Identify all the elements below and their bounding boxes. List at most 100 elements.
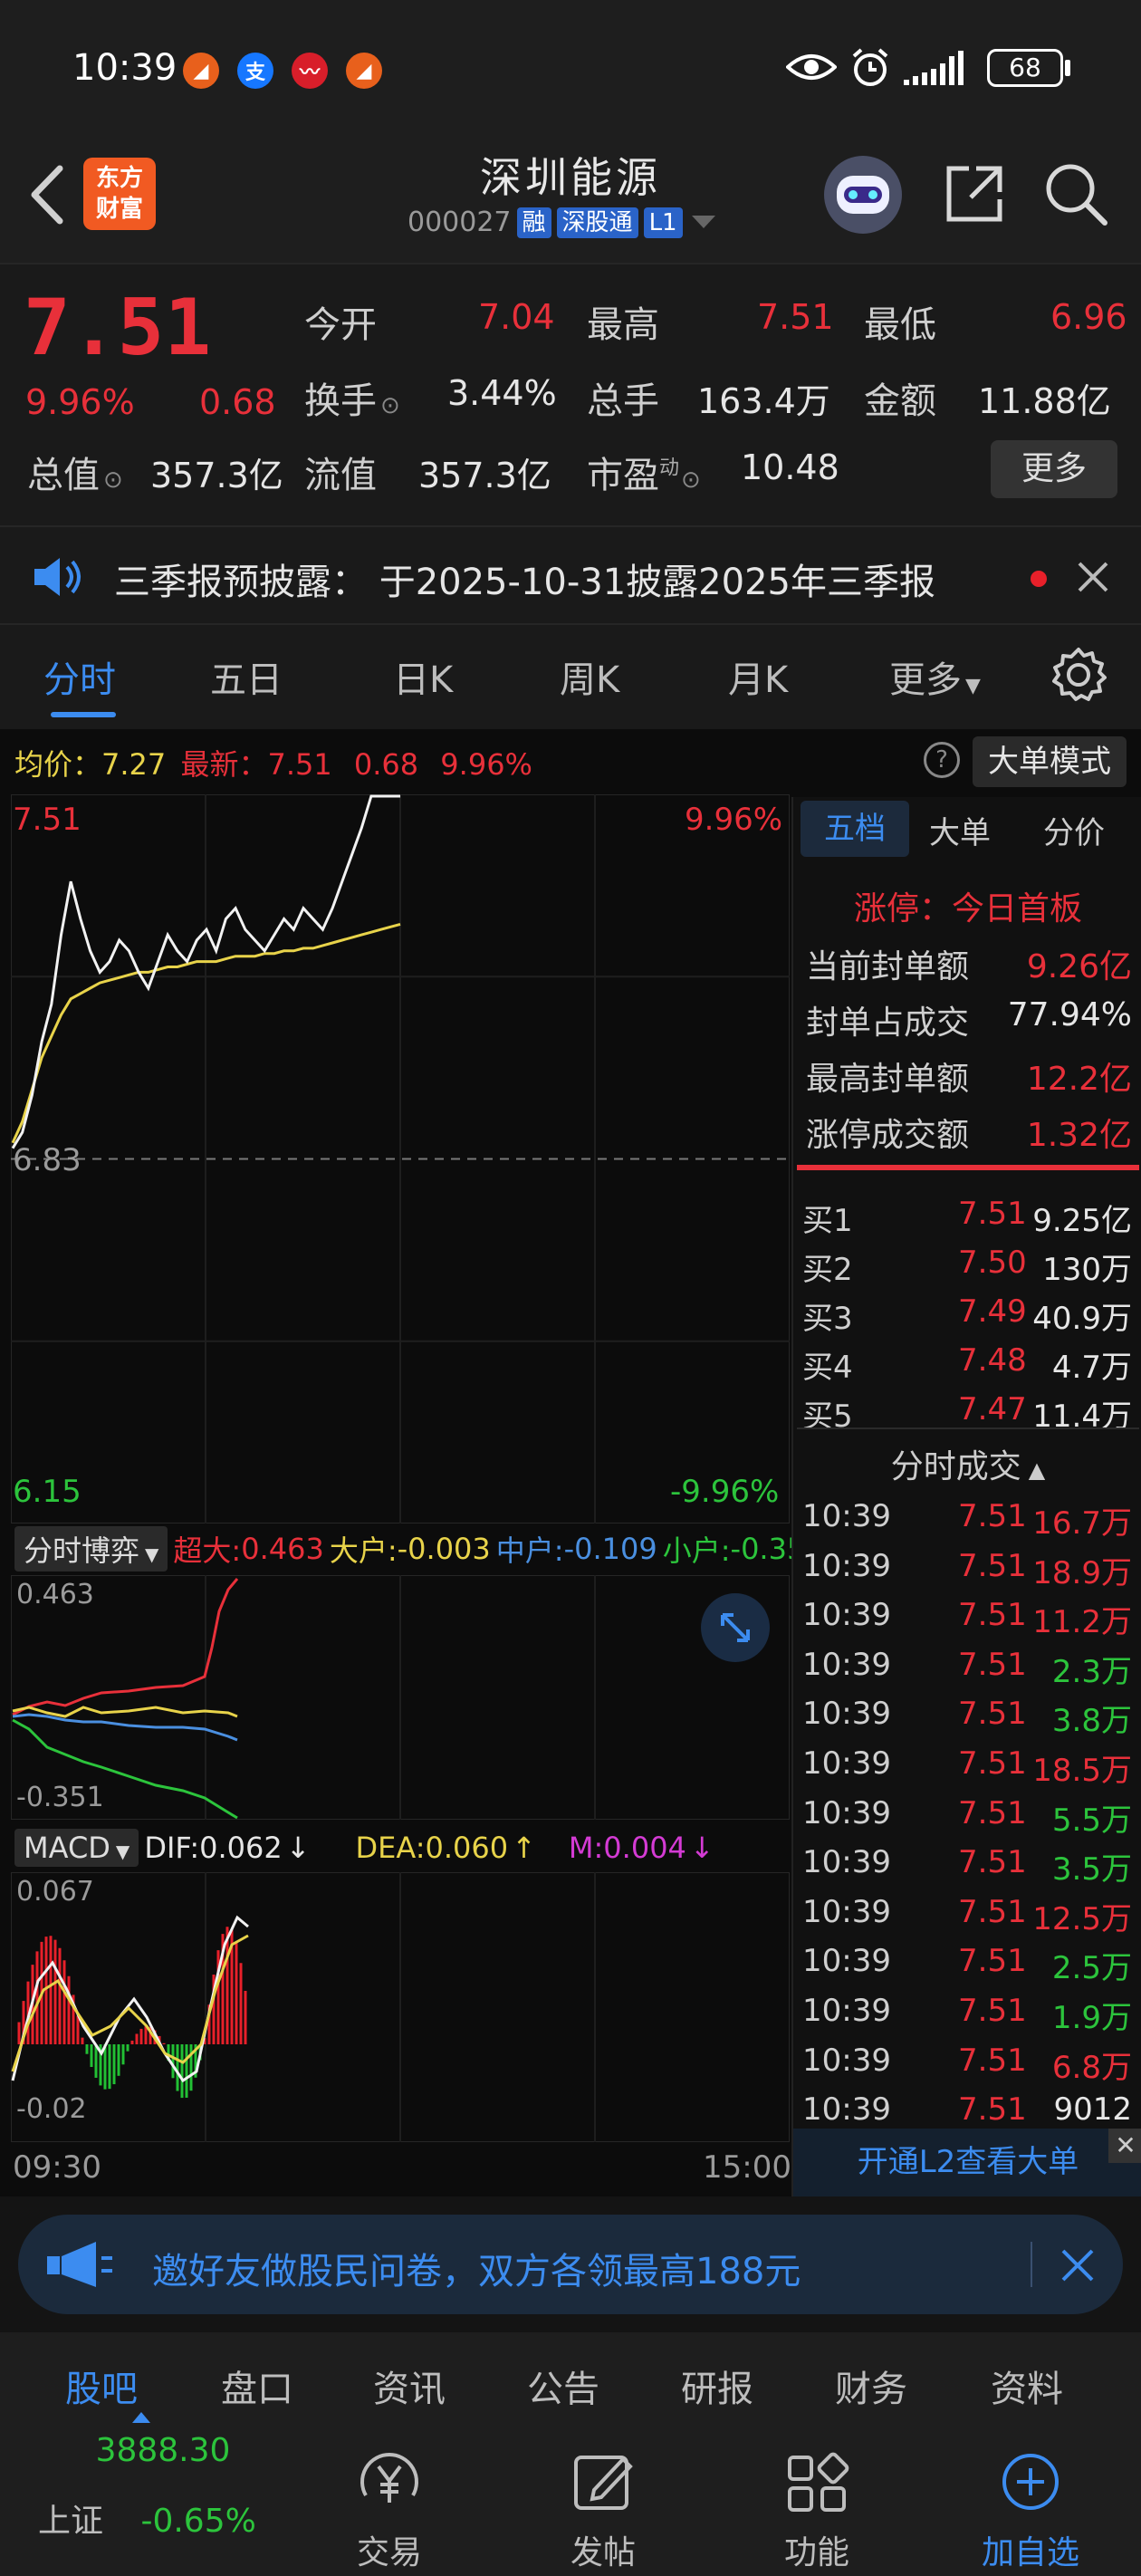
bottom-tab-pankou[interactable]: 盘口 bbox=[221, 2360, 293, 2412]
tab-more[interactable]: 更多 ▼ bbox=[889, 650, 981, 703]
macd-legend: MACD ▼ DIF: 0.062 ↓ DEA: 0.060 ↑ M: 0.004 ↓ bbox=[14, 1829, 714, 1867]
tick-row: 10:39 7.51 3.8万 bbox=[802, 1696, 1132, 1739]
tick-row: 10:39 7.51 18.5万 bbox=[802, 1745, 1132, 1789]
search-icon[interactable] bbox=[1043, 161, 1108, 226]
volume-value: 163.4万 bbox=[697, 381, 830, 421]
chevron-down-icon: ▼ bbox=[145, 1543, 159, 1565]
tab-weekly-k[interactable]: 周K bbox=[560, 650, 619, 703]
tab-five-day[interactable]: 五日 bbox=[210, 650, 283, 703]
app-icon-1: ◢ bbox=[183, 53, 219, 89]
tick-time: 10:39 bbox=[802, 1745, 891, 1782]
macd-chart bbox=[11, 1872, 790, 2142]
tick-price: 7.51 bbox=[958, 2042, 1027, 2079]
stock-code: 000027 bbox=[408, 207, 512, 238]
tick-volume: 2.3万 bbox=[1051, 1653, 1132, 1690]
more-button[interactable]: 更多 bbox=[991, 440, 1117, 498]
dea-arrow: ↑ bbox=[512, 1831, 536, 1865]
y-low-label: 6.15 bbox=[13, 1474, 82, 1510]
intraday-price-chart[interactable] bbox=[11, 794, 790, 1523]
close-icon[interactable] bbox=[1076, 560, 1110, 594]
help-icon[interactable]: ? bbox=[924, 742, 960, 778]
high-label: 最高 bbox=[587, 304, 659, 346]
time-end-label: 15:00 bbox=[703, 2149, 791, 2186]
tab-monthly-k[interactable]: 月K bbox=[728, 650, 788, 703]
info-icon[interactable]: ⊙ bbox=[103, 466, 123, 494]
side-tab-big-order[interactable]: 大单 bbox=[929, 808, 991, 852]
limit-stat-label: 封单占成交 bbox=[806, 1004, 970, 1042]
tick-price: 7.51 bbox=[958, 1844, 1027, 1881]
m-arrow: ↓ bbox=[689, 1831, 714, 1865]
battery-tip bbox=[1065, 60, 1070, 76]
nav-function[interactable]: 功能 bbox=[735, 2450, 898, 2573]
tick-volume: 18.5万 bbox=[1032, 1753, 1132, 1789]
tab-daily-k[interactable]: 日K bbox=[393, 650, 453, 703]
tick-price: 7.51 bbox=[958, 1646, 1027, 1683]
bid-level-label: 买1 bbox=[802, 1203, 853, 1239]
big-value: -0.003 bbox=[397, 1532, 491, 1566]
bottom-tab-guba[interactable]: 股吧 bbox=[65, 2360, 138, 2412]
expand-icon[interactable] bbox=[701, 1593, 770, 1662]
nav-trade[interactable]: 交易 bbox=[308, 2450, 471, 2573]
limit-up-title: 涨停：今日首板 bbox=[853, 890, 1082, 928]
chevron-down-icon: ▼ bbox=[115, 1841, 130, 1862]
l2-promo[interactable]: 开通L2查看大单 bbox=[793, 2129, 1141, 2196]
nav-post[interactable]: 发帖 bbox=[522, 2450, 685, 2573]
low-value: 6.96 bbox=[1050, 297, 1127, 337]
bid-level-row[interactable]: 买3 7.49 40.9万 bbox=[802, 1293, 1132, 1338]
tick-time: 10:39 bbox=[802, 1696, 891, 1733]
level-tag: L1 bbox=[643, 207, 683, 238]
tick-volume: 2.5万 bbox=[1051, 1950, 1132, 1987]
bid-level-row[interactable]: 买1 7.51 9.25亿 bbox=[802, 1196, 1132, 1240]
index-ticker[interactable]: 3888.30 上证 -0.65% bbox=[18, 2432, 290, 2542]
chart-tabs: 分时 五日 日K 周K 月K 更多 ▼ bbox=[0, 625, 1141, 729]
tick-row: 10:39 7.51 16.7万 bbox=[802, 1498, 1132, 1542]
bottom-bar: 股吧 盘口 资讯 公告 研报 财务 资料 3888.30 上证 -0.65% 交… bbox=[0, 2332, 1141, 2576]
promo-banner[interactable]: 邀好友做股民问卷，双方各领最高188元 bbox=[18, 2215, 1123, 2314]
bid-level-label: 买3 bbox=[802, 1301, 853, 1337]
bid-level-row[interactable]: 买2 7.50 130万 bbox=[802, 1245, 1132, 1289]
m-label: M: bbox=[568, 1831, 604, 1865]
bid-level-row[interactable]: 买4 7.48 4.7万 bbox=[802, 1342, 1132, 1387]
alipay-icon: 支 bbox=[237, 53, 273, 89]
flow-top-label: 0.463 bbox=[16, 1579, 94, 1610]
tick-price: 7.51 bbox=[958, 1893, 1027, 1930]
info-icon[interactable]: ⊙ bbox=[681, 466, 701, 494]
index-value: 3888.30 bbox=[95, 2432, 231, 2469]
bottom-tab-profile[interactable]: 资料 bbox=[991, 2360, 1063, 2412]
turnover-value: 3.44% bbox=[447, 373, 557, 413]
status-bar: 10:39 ◢ 支 〰 ◢ 68 bbox=[0, 0, 1141, 145]
mcap-label: 总值 ⊙ bbox=[27, 446, 123, 498]
tick-time: 10:39 bbox=[802, 1646, 891, 1683]
chart-header-row: 均价：7.27 最新：7.51 0.68 9.96% bbox=[14, 742, 532, 783]
side-tab-five-level[interactable]: 五档 bbox=[801, 801, 909, 857]
l2-close-icon[interactable]: ✕ bbox=[1108, 2129, 1141, 2163]
stock-code-row[interactable]: 000027 融 深股通 L1 bbox=[408, 207, 717, 238]
flow-selector[interactable]: 分时博弈 ▼ bbox=[14, 1526, 168, 1572]
bottom-tab-finance[interactable]: 财务 bbox=[835, 2360, 907, 2412]
turnover-label-text: 换手 bbox=[304, 380, 377, 422]
bottom-tab-news[interactable]: 资讯 bbox=[373, 2360, 446, 2412]
banner-close-icon[interactable] bbox=[1060, 2247, 1096, 2283]
macd-selector[interactable]: MACD ▼ bbox=[14, 1829, 139, 1867]
dea-label: DEA: bbox=[355, 1831, 426, 1865]
bottom-tab-announcement[interactable]: 公告 bbox=[527, 2360, 599, 2412]
high-value: 7.51 bbox=[757, 297, 834, 337]
big-order-mode-button[interactable]: 大单模式 bbox=[973, 736, 1127, 787]
side-tab-price-dist[interactable]: 分价 bbox=[1043, 808, 1105, 852]
super-label: 超大: bbox=[173, 1533, 242, 1568]
settings-gear-icon[interactable] bbox=[1050, 647, 1107, 703]
ticks-title: 分时成交 ▲ bbox=[793, 1440, 1141, 1487]
change-pct: 9.96% bbox=[25, 382, 135, 422]
nav-add-watchlist[interactable]: 加自选 bbox=[949, 2450, 1112, 2573]
pe-value: 10.48 bbox=[741, 447, 839, 487]
robot-assistant-icon[interactable] bbox=[824, 156, 902, 234]
tab-intraday[interactable]: 分时 bbox=[43, 650, 116, 703]
info-icon[interactable]: ⊙ bbox=[380, 392, 400, 419]
bottom-tab-research[interactable]: 研报 bbox=[681, 2360, 753, 2412]
limit-stat-row: 当前封单额 9.26亿 bbox=[802, 940, 1132, 987]
tick-row: 10:39 7.51 1.9万 bbox=[802, 1993, 1132, 2036]
share-icon[interactable] bbox=[942, 161, 1007, 226]
notice-bar[interactable]: 三季报预披露： 于2025-10-31披露2025年三季报 bbox=[0, 525, 1141, 625]
nav-post-label: 发帖 bbox=[570, 2534, 636, 2571]
limit-stat-value: 9.26亿 bbox=[1026, 948, 1132, 985]
